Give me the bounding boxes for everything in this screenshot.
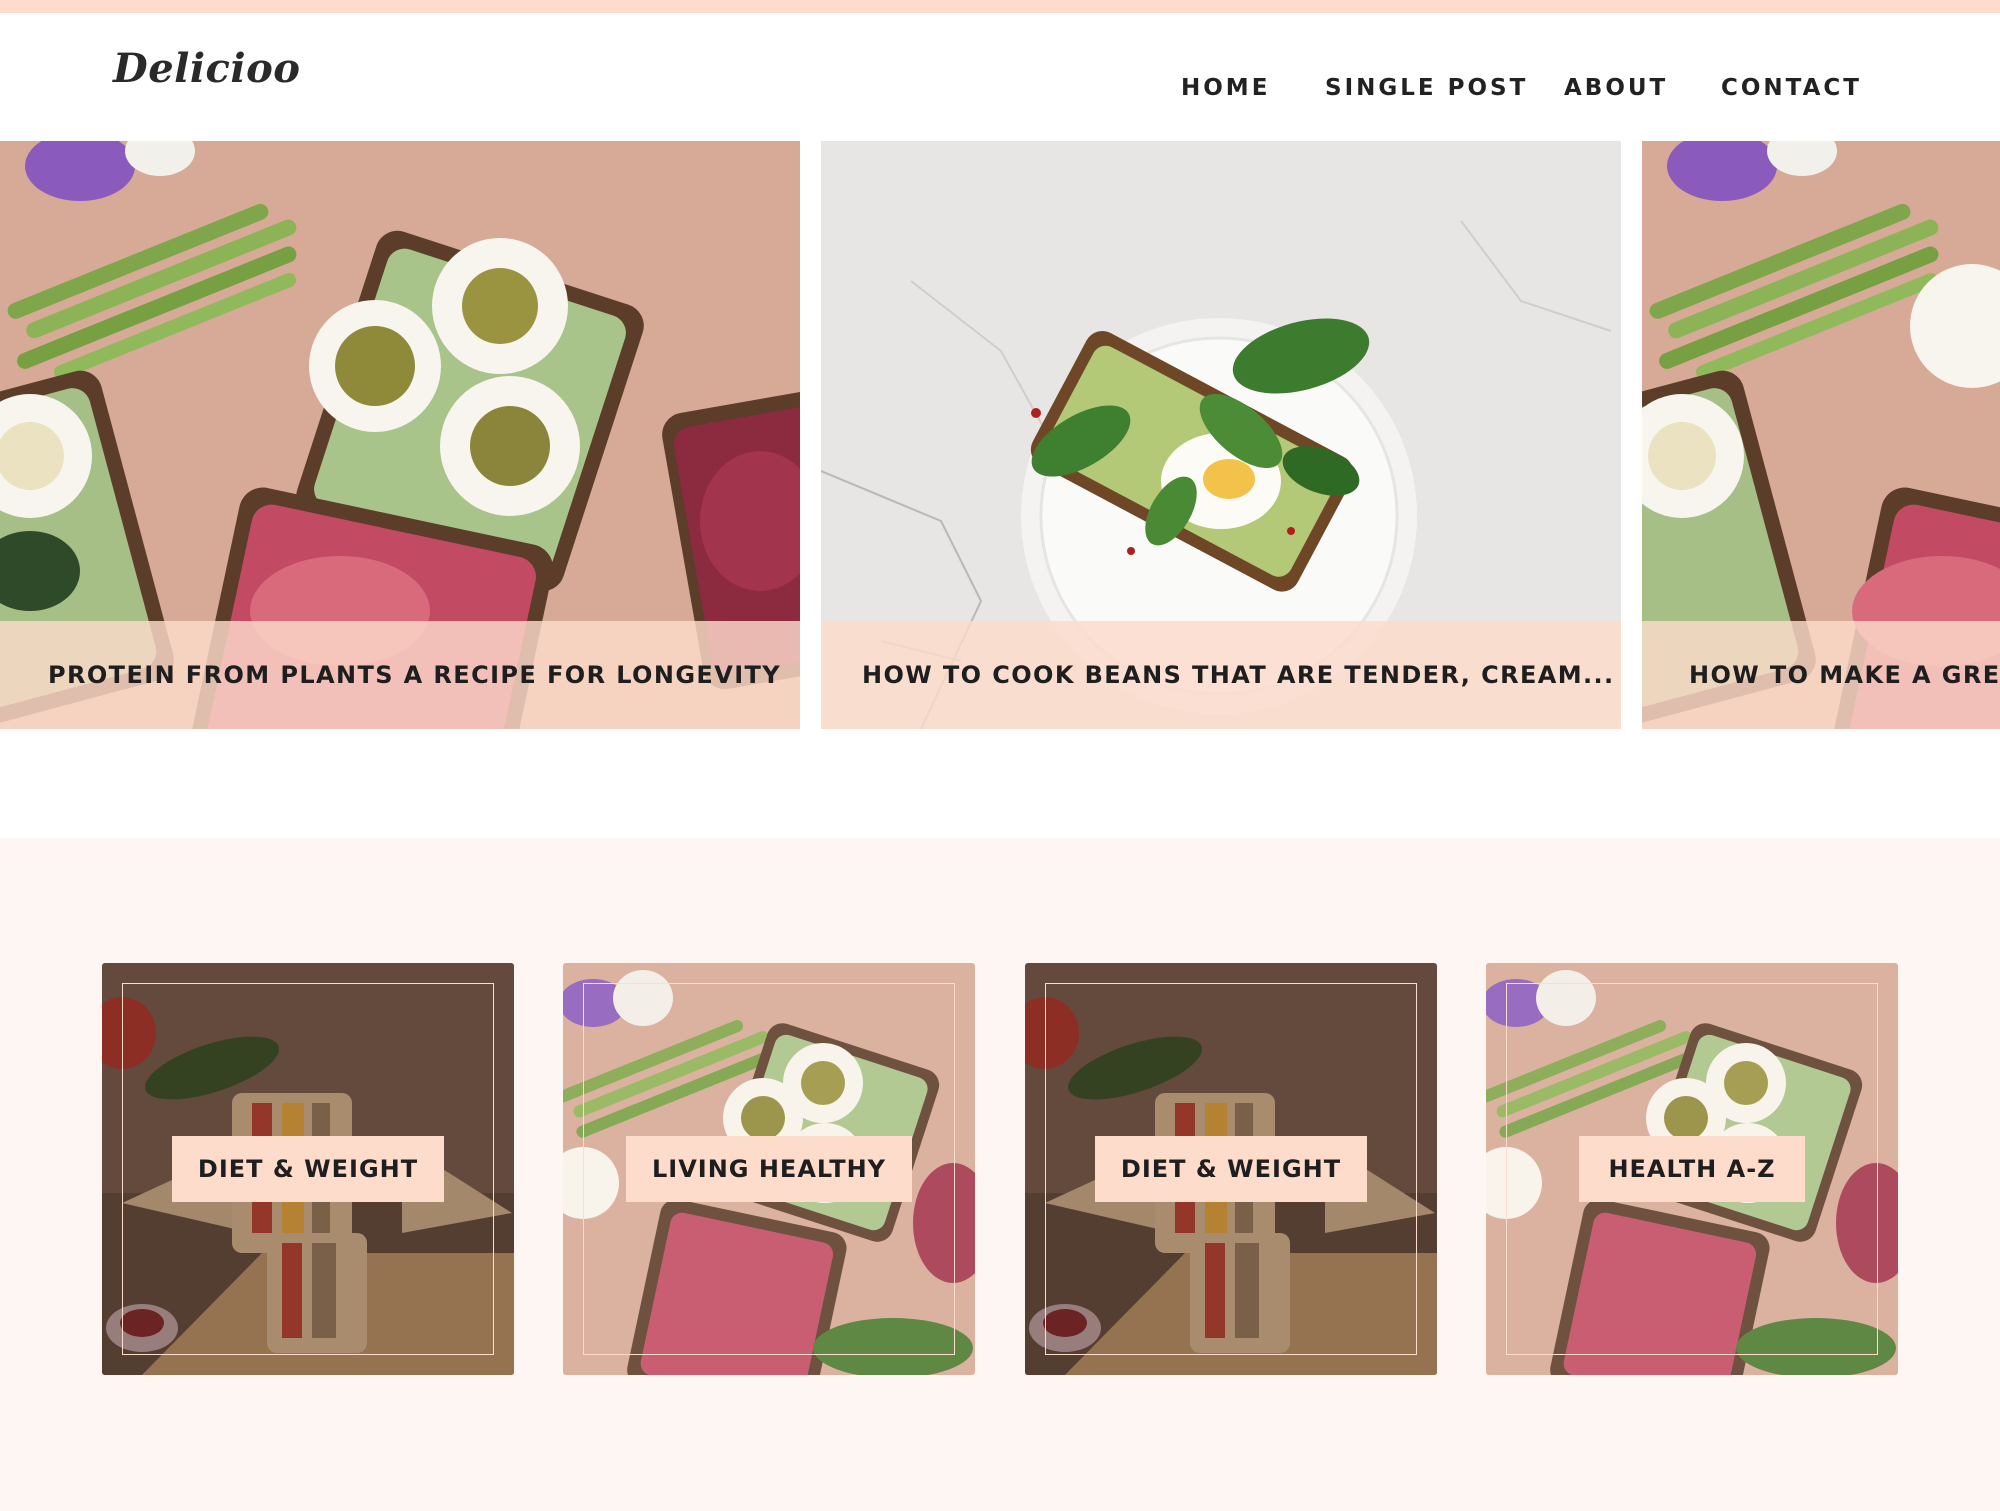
site-header: Delicioo HOME SINGLE POST ABOUT CONTACT xyxy=(0,13,2000,141)
category-label-text: DIET & WEIGHT xyxy=(1120,1155,1342,1183)
category-label[interactable]: DIET & WEIGHT xyxy=(172,1136,444,1202)
category-card-health-a-z[interactable]: HEALTH A-Z xyxy=(1486,963,1898,1375)
slide-title[interactable]: HOW TO COOK BEANS THAT ARE TENDER, CREAM… xyxy=(862,661,1615,689)
category-label-text: HEALTH A-Z xyxy=(1608,1155,1776,1183)
nav-item-about[interactable]: ABOUT xyxy=(1564,75,1668,101)
category-label[interactable]: HEALTH A-Z xyxy=(1579,1136,1805,1202)
featured-slider: PROTEIN FROM PLANTS A RECIPE FOR LONGEVI… xyxy=(0,141,2000,729)
category-label-text: LIVING HEALTHY xyxy=(651,1155,887,1183)
slide-cook-beans[interactable]: HOW TO COOK BEANS THAT ARE TENDER, CREAM… xyxy=(821,141,1621,729)
category-label[interactable]: DIET & WEIGHT xyxy=(1095,1136,1367,1202)
slide-caption: HOW TO COOK BEANS THAT ARE TENDER, CREAM… xyxy=(821,621,1621,729)
slide-caption: PROTEIN FROM PLANTS A RECIPE FOR LONGEVI… xyxy=(0,621,800,729)
site-logo[interactable]: Delicioo xyxy=(113,45,300,92)
slide-title[interactable]: HOW TO MAKE A GREA xyxy=(1689,661,2000,689)
slide-title[interactable]: PROTEIN FROM PLANTS A RECIPE FOR LONGEVI… xyxy=(48,661,781,689)
category-card-diet-weight-2[interactable]: DIET & WEIGHT xyxy=(1025,963,1437,1375)
nav-item-home[interactable]: HOME xyxy=(1181,75,1270,101)
nav-item-contact[interactable]: CONTACT xyxy=(1721,75,1862,101)
slide-how-to-make[interactable]: HOW TO MAKE A GREA xyxy=(1642,141,2000,729)
category-card-living-healthy[interactable]: LIVING HEALTHY xyxy=(563,963,975,1375)
nav-item-single-post[interactable]: SINGLE POST xyxy=(1325,75,1528,101)
top-accent-strip xyxy=(0,0,2000,13)
category-label-text: DIET & WEIGHT xyxy=(197,1155,419,1183)
category-label[interactable]: LIVING HEALTHY xyxy=(626,1136,912,1202)
category-card-diet-weight[interactable]: DIET & WEIGHT xyxy=(102,963,514,1375)
slide-protein-from-plants[interactable]: PROTEIN FROM PLANTS A RECIPE FOR LONGEVI… xyxy=(0,141,800,729)
category-section: DIET & WEIGHT LIVING HEALTHY DIET & WEIG… xyxy=(0,838,2000,1511)
slide-caption: HOW TO MAKE A GREA xyxy=(1642,621,2000,729)
